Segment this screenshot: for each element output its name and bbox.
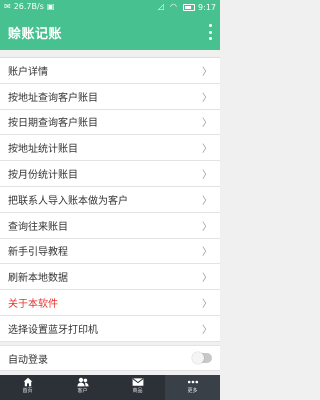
menu-item-label: 账户详情 — [8, 66, 48, 78]
menu-item-query-by-address[interactable]: 按地址查询客户账目 〉 — [0, 84, 220, 110]
bottom-nav: 首页 客户 商品 更多 — [0, 375, 220, 400]
menu-item-account-details[interactable]: 账户详情 〉 — [0, 58, 220, 84]
network-speed: 26.7B/s — [13, 2, 44, 11]
chevron-right-icon: 〉 — [202, 144, 212, 156]
menu-item-label: 刷新本地数据 — [8, 273, 68, 285]
menu-item-query-by-date[interactable]: 按日期查询客户账目 〉 — [0, 110, 220, 136]
menu-item-label: 把联系人导入账本做为客户 — [8, 195, 128, 207]
nav-item-customers[interactable]: 客户 — [55, 375, 110, 400]
nav-item-products[interactable]: 商品 — [110, 375, 165, 400]
menu-item-label: 查询往来账目 — [8, 221, 68, 233]
nav-item-label: 商品 — [132, 388, 143, 394]
chevron-right-icon: 〉 — [202, 92, 212, 104]
chevron-right-icon: 〉 — [202, 324, 212, 336]
chevron-right-icon: 〉 — [202, 221, 212, 233]
nav-item-label: 更多 — [187, 388, 198, 394]
toggle-knob — [192, 352, 204, 364]
menu-item-refresh-local-data[interactable]: 刷新本地数据 〉 — [0, 264, 220, 291]
chevron-right-icon: 〉 — [202, 247, 212, 259]
menu-item-query-transactions[interactable]: 查询往来账目 〉 — [0, 213, 220, 239]
menu-item-bluetooth-printer[interactable]: 选择设置蓝牙打印机 〉 — [0, 316, 220, 342]
more-icon — [187, 380, 198, 384]
nav-item-label: 客户 — [77, 388, 88, 394]
menu-item-label: 选择设置蓝牙打印机 — [8, 324, 98, 336]
menu-item-about[interactable]: 关于本软件 〉 — [0, 290, 220, 316]
auto-login-label: 自动登录 — [8, 354, 48, 366]
overflow-menu-button[interactable] — [206, 24, 214, 40]
menu-item-label: 按月份统计账目 — [8, 170, 78, 182]
menu-item-import-contacts[interactable]: 把联系人导入账本做为客户 〉 — [0, 187, 220, 213]
menu-item-stats-by-month[interactable]: 按月份统计账目 〉 — [0, 161, 220, 187]
home-icon — [23, 377, 32, 387]
status-bar: ✉ 26.7B/s ▣ ◿ ◠ 9:17 — [0, 0, 220, 14]
signal-icon: ◿ — [157, 2, 165, 11]
chevron-right-icon: 〉 — [202, 170, 212, 182]
app-bar: 赊账记账 — [0, 14, 220, 50]
menu-item-stats-by-address[interactable]: 按地址统计账目 〉 — [0, 135, 220, 162]
menu-item-label: 按日期查询客户账目 — [8, 118, 98, 130]
menu-item-beginner-tutorial[interactable]: 新手引导教程 〉 — [0, 239, 220, 265]
auto-login-toggle[interactable] — [192, 352, 212, 364]
chevron-right-icon: 〉 — [202, 273, 212, 285]
chevron-right-icon: 〉 — [202, 118, 212, 130]
notification-icon: ▣ — [46, 2, 55, 11]
mail-icon — [132, 378, 143, 386]
chevron-right-icon: 〉 — [202, 66, 212, 78]
app-notification-icon: ✉ — [4, 2, 11, 11]
nav-item-more[interactable]: 更多 — [165, 375, 220, 400]
people-icon — [76, 377, 89, 387]
menu-item-label: 按地址统计账目 — [8, 144, 78, 156]
menu-item-label: 关于本软件 — [8, 299, 58, 311]
app-title: 赊账记账 — [8, 26, 63, 42]
menu-item-label: 新手引导教程 — [8, 247, 68, 259]
wifi-icon: ◠ — [170, 2, 178, 11]
clock: 9:17 — [198, 2, 216, 12]
menu-list: 账户详情 〉 按地址查询客户账目 〉 按日期查询客户账目 〉 按地址统计账目 〉… — [0, 57, 220, 342]
nav-item-home[interactable]: 首页 — [0, 375, 55, 400]
nav-item-label: 首页 — [22, 388, 33, 394]
battery-icon — [183, 3, 196, 11]
chevron-right-icon: 〉 — [202, 195, 212, 207]
menu-item-label: 按地址查询客户账目 — [8, 92, 98, 104]
chevron-right-icon: 〉 — [202, 299, 212, 311]
auto-login-row: 自动登录 — [0, 345, 220, 371]
